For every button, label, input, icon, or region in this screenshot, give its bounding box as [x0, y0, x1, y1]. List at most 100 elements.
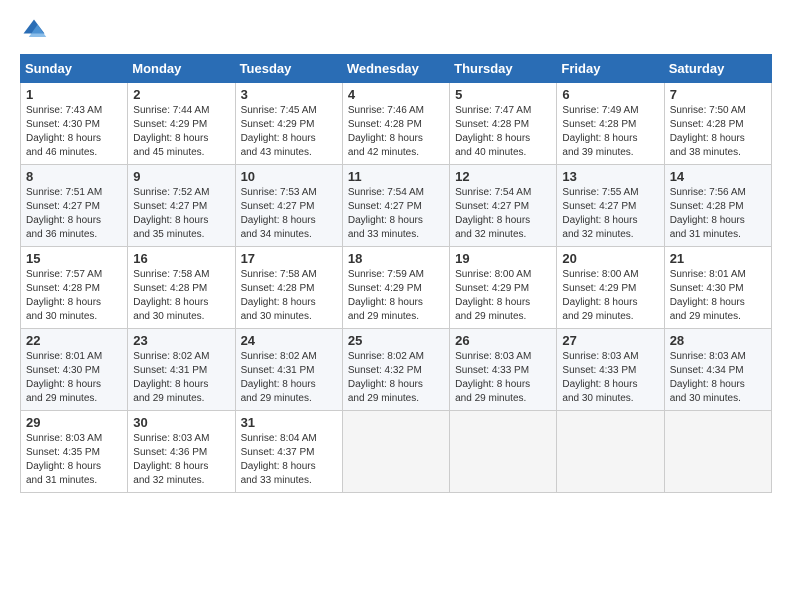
calendar-cell: 27 Sunrise: 8:03 AMSunset: 4:33 PMDayligh… [557, 329, 664, 411]
day-number: 13 [562, 169, 658, 184]
day-number: 26 [455, 333, 551, 348]
calendar-cell: 21 Sunrise: 8:01 AMSunset: 4:30 PMDayligh… [664, 247, 771, 329]
weekday-header-tuesday: Tuesday [235, 55, 342, 83]
day-info: Sunrise: 7:46 AMSunset: 4:28 PMDaylight:… [348, 104, 444, 160]
day-number: 30 [133, 415, 229, 430]
weekday-header-thursday: Thursday [450, 55, 557, 83]
calendar-week-row: 29 Sunrise: 8:03 AMSunset: 4:35 PMDayligh… [21, 411, 772, 493]
day-number: 8 [26, 169, 122, 184]
calendar-cell [664, 411, 771, 493]
day-info: Sunrise: 8:03 AMSunset: 4:34 PMDaylight:… [670, 350, 766, 406]
calendar-cell: 2 Sunrise: 7:44 AMSunset: 4:29 PMDaylight… [128, 83, 235, 165]
day-info: Sunrise: 7:52 AMSunset: 4:27 PMDaylight:… [133, 186, 229, 242]
day-info: Sunrise: 8:03 AMSunset: 4:36 PMDaylight:… [133, 432, 229, 488]
day-info: Sunrise: 8:00 AMSunset: 4:29 PMDaylight:… [455, 268, 551, 324]
day-info: Sunrise: 8:01 AMSunset: 4:30 PMDaylight:… [26, 350, 122, 406]
day-number: 4 [348, 87, 444, 102]
calendar-cell: 5 Sunrise: 7:47 AMSunset: 4:28 PMDaylight… [450, 83, 557, 165]
day-number: 7 [670, 87, 766, 102]
day-info: Sunrise: 8:02 AMSunset: 4:31 PMDaylight:… [241, 350, 337, 406]
calendar-cell: 10 Sunrise: 7:53 AMSunset: 4:27 PMDayligh… [235, 165, 342, 247]
calendar-cell [342, 411, 449, 493]
calendar-cell: 16 Sunrise: 7:58 AMSunset: 4:28 PMDayligh… [128, 247, 235, 329]
day-info: Sunrise: 7:49 AMSunset: 4:28 PMDaylight:… [562, 104, 658, 160]
calendar-cell: 12 Sunrise: 7:54 AMSunset: 4:27 PMDayligh… [450, 165, 557, 247]
day-number: 24 [241, 333, 337, 348]
calendar-cell: 4 Sunrise: 7:46 AMSunset: 4:28 PMDaylight… [342, 83, 449, 165]
day-number: 10 [241, 169, 337, 184]
calendar-cell: 1Sunrise: 7:43 AMSunset: 4:30 PMDaylight… [21, 83, 128, 165]
day-number: 11 [348, 169, 444, 184]
day-number: 28 [670, 333, 766, 348]
day-info: Sunrise: 7:56 AMSunset: 4:28 PMDaylight:… [670, 186, 766, 242]
calendar-cell: 7Sunrise: 7:50 AMSunset: 4:28 PMDaylight… [664, 83, 771, 165]
day-number: 12 [455, 169, 551, 184]
day-number: 15 [26, 251, 122, 266]
calendar-cell: 25 Sunrise: 8:02 AMSunset: 4:32 PMDayligh… [342, 329, 449, 411]
day-info: Sunrise: 8:02 AMSunset: 4:32 PMDaylight:… [348, 350, 444, 406]
day-number: 16 [133, 251, 229, 266]
day-number: 27 [562, 333, 658, 348]
day-info: Sunrise: 7:58 AMSunset: 4:28 PMDaylight:… [133, 268, 229, 324]
calendar-cell: 31 Sunrise: 8:04 AMSunset: 4:37 PMDayligh… [235, 411, 342, 493]
day-info: Sunrise: 7:47 AMSunset: 4:28 PMDaylight:… [455, 104, 551, 160]
day-info: Sunrise: 7:43 AMSunset: 4:30 PMDaylight:… [26, 104, 122, 160]
weekday-header-saturday: Saturday [664, 55, 771, 83]
day-info: Sunrise: 8:03 AMSunset: 4:33 PMDaylight:… [455, 350, 551, 406]
calendar-cell: 8 Sunrise: 7:51 AMSunset: 4:27 PMDaylight… [21, 165, 128, 247]
calendar-body: 1Sunrise: 7:43 AMSunset: 4:30 PMDaylight… [21, 83, 772, 493]
calendar-cell: 24 Sunrise: 8:02 AMSunset: 4:31 PMDayligh… [235, 329, 342, 411]
calendar-cell: 26 Sunrise: 8:03 AMSunset: 4:33 PMDayligh… [450, 329, 557, 411]
calendar-cell: 13 Sunrise: 7:55 AMSunset: 4:27 PMDayligh… [557, 165, 664, 247]
day-number: 22 [26, 333, 122, 348]
day-info: Sunrise: 7:51 AMSunset: 4:27 PMDaylight:… [26, 186, 122, 242]
calendar-cell: 30 Sunrise: 8:03 AMSunset: 4:36 PMDayligh… [128, 411, 235, 493]
calendar-cell: 17 Sunrise: 7:58 AMSunset: 4:28 PMDayligh… [235, 247, 342, 329]
calendar-header: SundayMondayTuesdayWednesdayThursdayFrid… [21, 55, 772, 83]
day-info: Sunrise: 7:57 AMSunset: 4:28 PMDaylight:… [26, 268, 122, 324]
day-info: Sunrise: 7:54 AMSunset: 4:27 PMDaylight:… [455, 186, 551, 242]
calendar-week-row: 15 Sunrise: 7:57 AMSunset: 4:28 PMDayligh… [21, 247, 772, 329]
day-number: 14 [670, 169, 766, 184]
calendar-cell: 14 Sunrise: 7:56 AMSunset: 4:28 PMDayligh… [664, 165, 771, 247]
day-info: Sunrise: 8:04 AMSunset: 4:37 PMDaylight:… [241, 432, 337, 488]
day-info: Sunrise: 8:01 AMSunset: 4:30 PMDaylight:… [670, 268, 766, 324]
day-info: Sunrise: 8:03 AMSunset: 4:33 PMDaylight:… [562, 350, 658, 406]
calendar-cell: 3 Sunrise: 7:45 AMSunset: 4:29 PMDaylight… [235, 83, 342, 165]
calendar-cell: 20Sunrise: 8:00 AMSunset: 4:29 PMDayligh… [557, 247, 664, 329]
weekday-header-friday: Friday [557, 55, 664, 83]
day-number: 21 [670, 251, 766, 266]
logo [20, 16, 52, 44]
calendar-table: SundayMondayTuesdayWednesdayThursdayFrid… [20, 54, 772, 493]
day-number: 17 [241, 251, 337, 266]
weekday-header-row: SundayMondayTuesdayWednesdayThursdayFrid… [21, 55, 772, 83]
day-info: Sunrise: 7:58 AMSunset: 4:28 PMDaylight:… [241, 268, 337, 324]
day-info: Sunrise: 7:59 AMSunset: 4:29 PMDaylight:… [348, 268, 444, 324]
day-number: 3 [241, 87, 337, 102]
day-info: Sunrise: 7:44 AMSunset: 4:29 PMDaylight:… [133, 104, 229, 160]
weekday-header-wednesday: Wednesday [342, 55, 449, 83]
calendar-cell [450, 411, 557, 493]
calendar-cell: 23 Sunrise: 8:02 AMSunset: 4:31 PMDayligh… [128, 329, 235, 411]
day-info: Sunrise: 8:02 AMSunset: 4:31 PMDaylight:… [133, 350, 229, 406]
day-number: 25 [348, 333, 444, 348]
calendar-week-row: 1Sunrise: 7:43 AMSunset: 4:30 PMDaylight… [21, 83, 772, 165]
calendar-cell: 11Sunrise: 7:54 AMSunset: 4:27 PMDayligh… [342, 165, 449, 247]
day-number: 23 [133, 333, 229, 348]
day-info: Sunrise: 7:45 AMSunset: 4:29 PMDaylight:… [241, 104, 337, 160]
day-number: 29 [26, 415, 122, 430]
calendar-cell: 15 Sunrise: 7:57 AMSunset: 4:28 PMDayligh… [21, 247, 128, 329]
weekday-header-monday: Monday [128, 55, 235, 83]
day-info: Sunrise: 7:55 AMSunset: 4:27 PMDaylight:… [562, 186, 658, 242]
day-info: Sunrise: 8:03 AMSunset: 4:35 PMDaylight:… [26, 432, 122, 488]
calendar-cell: 6Sunrise: 7:49 AMSunset: 4:28 PMDaylight… [557, 83, 664, 165]
logo-icon [20, 16, 48, 44]
day-info: Sunrise: 7:53 AMSunset: 4:27 PMDaylight:… [241, 186, 337, 242]
day-number: 18 [348, 251, 444, 266]
day-number: 31 [241, 415, 337, 430]
page-header [20, 16, 772, 44]
day-number: 5 [455, 87, 551, 102]
day-number: 9 [133, 169, 229, 184]
calendar-cell: 28 Sunrise: 8:03 AMSunset: 4:34 PMDayligh… [664, 329, 771, 411]
day-number: 2 [133, 87, 229, 102]
